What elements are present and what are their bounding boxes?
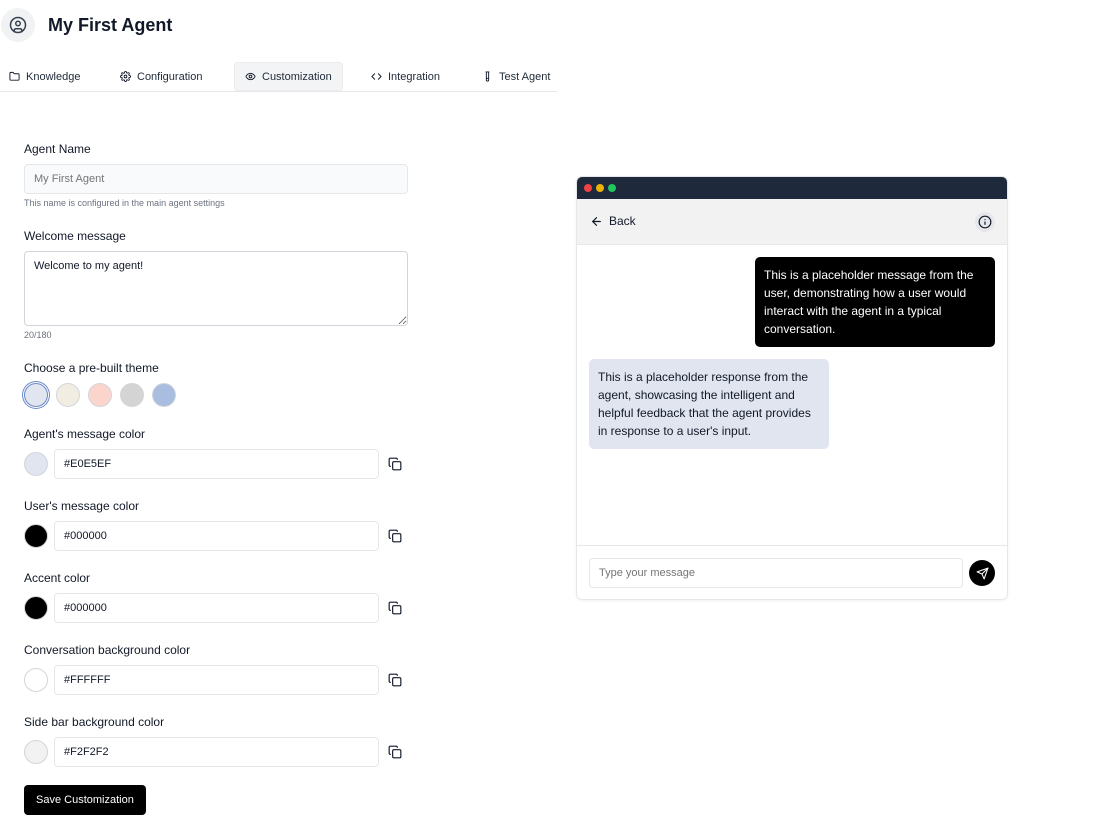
sidebar-bg-input[interactable] [54,737,379,767]
theme-swatch[interactable] [88,383,112,407]
user-color-input[interactable] [54,521,379,551]
sidebar-bg-label: Side bar background color [24,715,165,729]
chat-preview-window: Back This is a placeholder message from … [576,176,1008,600]
theme-swatch[interactable] [120,383,144,407]
copy-icon[interactable] [388,601,402,615]
tab-customization-label: Customization [262,70,332,83]
send-button[interactable] [969,560,995,586]
accent-color-label: Accent color [24,571,91,585]
tab-knowledge[interactable]: Knowledge [9,62,80,91]
arrow-left-icon [592,216,601,226]
eye-icon [245,72,256,81]
close-window-dot [584,184,592,192]
test-tube-icon [485,71,490,82]
send-icon [976,567,988,579]
agent-color-label: Agent's message color [24,427,146,441]
save-customization-button[interactable]: Save Customization [24,785,146,815]
agent-message-bubble: This is a placeholder response from the … [589,359,829,449]
maximize-window-dot [608,184,616,192]
folder-icon [9,71,20,81]
page-title: My First Agent [48,15,173,35]
agent-color-input[interactable] [54,449,379,479]
conversation-bg-row [24,665,408,695]
theme-swatch-list [24,383,176,407]
copy-icon[interactable] [388,673,402,687]
tab-knowledge-label: Knowledge [26,70,81,83]
agent-color-swatch[interactable] [24,452,48,476]
back-button[interactable]: Back [590,214,636,228]
welcome-message-counter: 20/180 [24,330,52,340]
user-color-label: User's message color [24,499,139,513]
agent-name-input[interactable] [24,164,408,194]
user-message-bubble: This is a placeholder message from the u… [755,257,995,347]
preview-header: Back [577,199,1007,245]
tab-test-agent-label: Test Agent [499,70,551,83]
theme-swatch[interactable] [56,383,80,407]
conversation-bg-swatch[interactable] [24,668,48,692]
copy-icon[interactable] [388,457,402,471]
welcome-message-label: Welcome message [24,229,126,243]
preview-titlebar [577,177,1007,199]
code-icon [371,73,382,80]
minimize-window-dot [596,184,604,192]
copy-icon[interactable] [388,529,402,543]
copy-icon[interactable] [388,745,402,759]
accent-color-row [24,593,408,623]
tab-integration[interactable]: Integration [371,62,440,91]
conversation-bg-input[interactable] [54,665,379,695]
tab-configuration[interactable]: Configuration [120,62,202,91]
info-button[interactable] [975,212,995,232]
user-color-swatch[interactable] [24,524,48,548]
message-composer [577,545,1007,599]
conversation-bg-label: Conversation background color [24,643,191,657]
tab-bar: Knowledge Configuration Customization In… [0,60,557,92]
back-label: Back [609,214,636,228]
welcome-message-textarea[interactable]: Welcome to my agent! [24,251,408,326]
agent-name-hint: This name is configured in the main agen… [24,198,225,208]
theme-label: Choose a pre-built theme [24,361,159,375]
accent-color-swatch[interactable] [24,596,48,620]
sidebar-bg-swatch[interactable] [24,740,48,764]
agent-name-label: Agent Name [24,142,91,156]
theme-swatch[interactable] [152,383,176,407]
message-input[interactable] [589,558,963,588]
tab-customization[interactable]: Customization [234,62,343,91]
tab-test-agent[interactable]: Test Agent [482,62,550,91]
accent-color-input[interactable] [54,593,379,623]
theme-swatch[interactable] [24,383,48,407]
tab-configuration-label: Configuration [137,70,203,83]
agent-color-row [24,449,408,479]
conversation-area: This is a placeholder message from the u… [577,245,1007,545]
user-circle-icon [9,16,27,34]
tab-integration-label: Integration [388,70,440,83]
agent-avatar [1,8,35,42]
info-icon [978,215,992,229]
sidebar-bg-row [24,737,408,767]
gear-icon [120,71,131,82]
user-color-row [24,521,408,551]
